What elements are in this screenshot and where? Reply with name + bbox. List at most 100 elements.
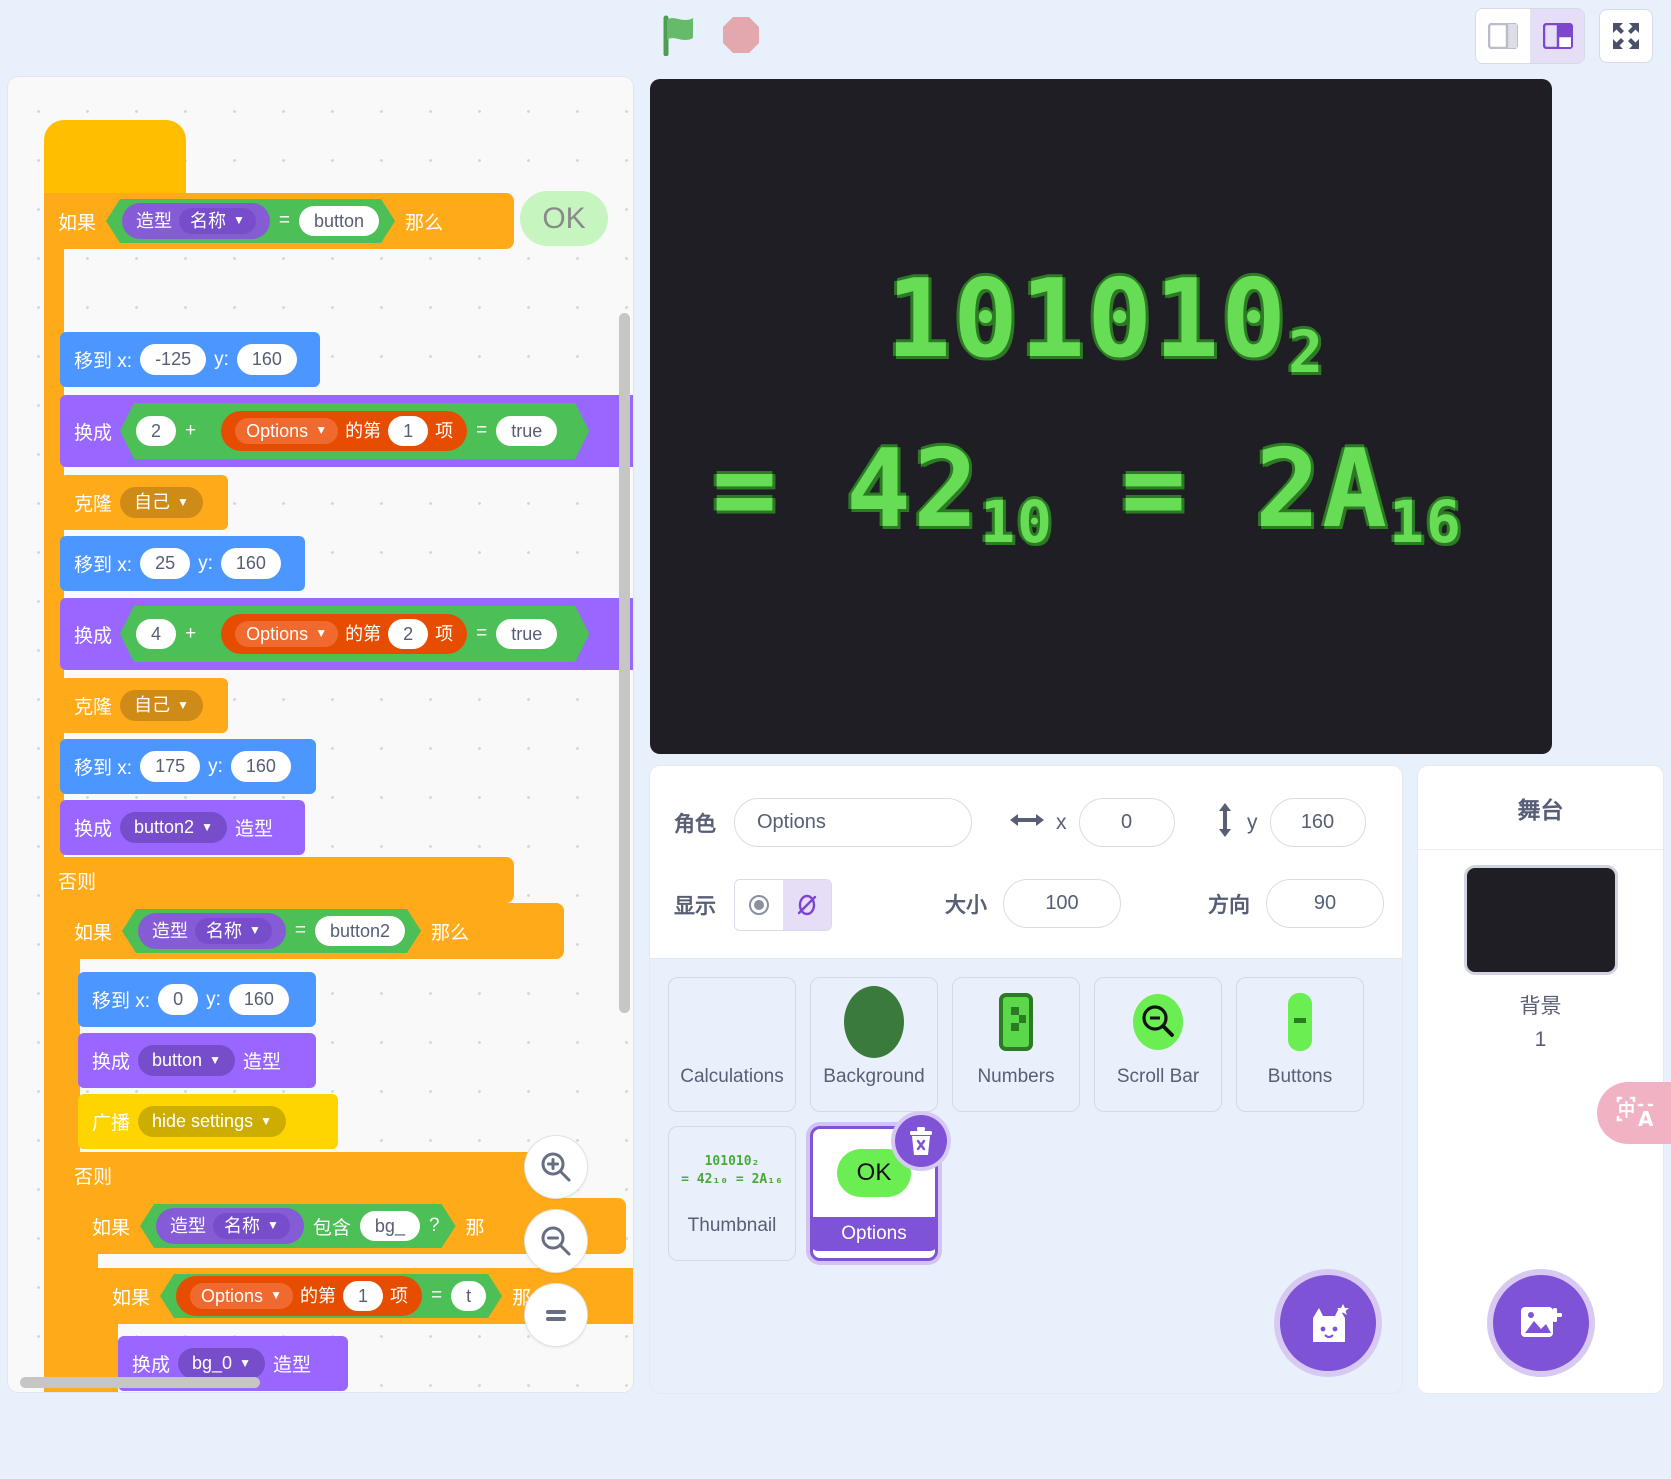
list-dropdown-3[interactable]: Options ▼	[190, 1283, 293, 1310]
block-switch-costume-1[interactable]: 换成 2 + Options ▼ 的第 1 项 = true	[60, 395, 633, 467]
list-item-reporter-1[interactable]: Options ▼ 的第 1 项	[221, 411, 467, 452]
sprite-x-input[interactable]: 0	[1078, 798, 1175, 847]
value-input-1[interactable]: button	[299, 206, 379, 237]
costume-dropdown-1[interactable]: button2 ▼	[120, 812, 227, 843]
x-input[interactable]: 25	[140, 548, 191, 579]
operator-equals-list-3[interactable]: Options ▼ 的第 1 项 = t	[160, 1274, 502, 1318]
stop-sign-icon[interactable]	[722, 16, 760, 59]
eye-hide-icon[interactable]	[783, 880, 831, 930]
block-broadcast-1[interactable]: 广播 hide settings ▼	[78, 1094, 338, 1149]
zoom-out-button[interactable]	[525, 1210, 587, 1272]
looks-costume-reporter-2[interactable]: 造型 名称 ▼	[138, 913, 286, 950]
large-stage-button[interactable]	[1530, 9, 1584, 63]
value-input-2[interactable]: true	[496, 416, 557, 447]
operator-add-2[interactable]: 4 + Options ▼ 的第 2 项 = true	[120, 606, 589, 662]
sprite-name-input[interactable]: Options	[734, 798, 972, 847]
sprite-card-label: Numbers	[977, 1066, 1055, 1087]
sprite-card-numbers[interactable]: Numbers	[952, 977, 1080, 1112]
operator-equals-2[interactable]: 造型 名称 ▼ = button2	[122, 909, 421, 953]
block-create-clone-2[interactable]: 克隆 自己 ▼	[60, 678, 228, 733]
chevron-down-icon: ▼	[177, 494, 189, 509]
operator-contains-1[interactable]: 造型 名称 ▼ 包含 bg_ ?	[140, 1204, 456, 1248]
costume-property-dropdown-1[interactable]: 名称 ▼	[179, 208, 256, 235]
operator-equals-list-1[interactable]: Options ▼ 的第 1 项 = true	[205, 407, 573, 455]
operator-equals-list-2[interactable]: Options ▼ 的第 2 项 = true	[205, 610, 573, 658]
block-switch-costume-4[interactable]: 换成 button ▼ 造型	[78, 1033, 316, 1088]
block-when-sprite-clicked[interactable]	[44, 120, 186, 202]
block-else-1[interactable]: 否则	[44, 857, 514, 903]
block-goto-xy-2[interactable]: 移到 x: 25 y: 160	[60, 536, 305, 591]
costume-property-dropdown-2[interactable]: 名称 ▼	[195, 918, 272, 945]
block-goto-xy-3[interactable]: 移到 x: 175 y: 160	[60, 739, 316, 794]
sprite-card-background[interactable]: Background	[810, 977, 938, 1112]
item-label: 项	[435, 623, 454, 644]
addend-input-2[interactable]: 4	[136, 619, 176, 650]
addend-input-1[interactable]: 2	[136, 416, 176, 447]
index-input-2[interactable]: 2	[388, 619, 428, 650]
list-item-reporter-3[interactable]: Options ▼ 的第 1 项	[176, 1276, 422, 1317]
value-input-3[interactable]: true	[496, 619, 557, 650]
block-goto-xy-4[interactable]: 移到 x: 0 y: 160	[78, 972, 316, 1027]
list-item-reporter-2[interactable]: Options ▼ 的第 2 项	[221, 614, 467, 655]
index-input-1[interactable]: 1	[388, 416, 428, 447]
backdrop-thumbnail[interactable]	[1466, 868, 1615, 972]
block-goto-xy-1[interactable]: 移到 x: -125 y: 160	[60, 332, 320, 387]
y-input[interactable]: 160	[220, 548, 281, 579]
value-input-5[interactable]: bg_	[360, 1211, 420, 1242]
y-input[interactable]: 160	[228, 984, 289, 1015]
broadcast-dropdown-1[interactable]: hide settings ▼	[138, 1106, 286, 1137]
zoom-reset-button[interactable]	[525, 1284, 587, 1346]
sprite-card-options[interactable]: OK Options	[810, 1115, 947, 1261]
code-workspace[interactable]: 如果 造型 名称 ▼ = button 那么 移到 x: -125 y: 160	[8, 77, 633, 1392]
block-if-1-header[interactable]: 如果 造型 名称 ▼ = button 那么	[44, 193, 514, 249]
y-input[interactable]: 160	[236, 344, 297, 375]
operator-add-1[interactable]: 2 + Options ▼ 的第 1 项 = true	[120, 403, 589, 459]
list-dropdown-2[interactable]: Options ▼	[235, 621, 338, 648]
block-else-2[interactable]: 否则	[60, 1152, 564, 1198]
value-input-4[interactable]: button2	[315, 916, 405, 947]
costume-property-dropdown-3[interactable]: 名称 ▼	[213, 1213, 290, 1240]
value-input-6[interactable]: t	[451, 1281, 486, 1312]
index-input-3[interactable]: 1	[343, 1281, 383, 1312]
x-input[interactable]: 175	[140, 751, 201, 782]
workspace-zoom-controls	[525, 1136, 587, 1346]
looks-costume-reporter-1[interactable]: 造型 名称 ▼	[122, 203, 270, 240]
sprite-card-scroll-bar[interactable]: Scroll Bar	[1094, 977, 1222, 1112]
sprite-y-input[interactable]: 160	[1269, 798, 1366, 847]
block-create-clone-1[interactable]: 克隆 自己 ▼	[60, 475, 228, 530]
block-switch-costume-2[interactable]: 换成 4 + Options ▼ 的第 2 项 = true	[60, 598, 633, 670]
stage-display[interactable]: 1010102 = 4210 = 2A16	[650, 79, 1552, 754]
sprite-card-calculations[interactable]: Calculations	[668, 977, 796, 1112]
workspace-horizontal-scrollbar[interactable]	[20, 1377, 260, 1388]
green-flag-icon[interactable]	[660, 14, 700, 61]
looks-costume-reporter-3[interactable]: 造型 名称 ▼	[156, 1208, 304, 1245]
y-input[interactable]: 160	[230, 751, 291, 782]
zoom-in-button[interactable]	[525, 1136, 587, 1198]
list-dropdown-1[interactable]: Options ▼	[235, 418, 338, 445]
stage-line-conversions: = 4210 = 2A16	[712, 427, 1463, 556]
operator-equals-1[interactable]: 造型 名称 ▼ = button	[106, 199, 395, 243]
block-if-2[interactable]	[60, 903, 80, 1392]
add-backdrop-image-icon[interactable]	[1492, 1275, 1589, 1371]
x-input[interactable]: 0	[158, 984, 199, 1015]
sprite-card-buttons[interactable]: Buttons	[1236, 977, 1364, 1112]
sprite-size-input[interactable]: 100	[1003, 879, 1121, 928]
sprite-card-thumbnail[interactable]: 101010₂ = 42₁₀ = 2A₁₆ Thumbnail	[668, 1126, 796, 1261]
costume-dropdown-3[interactable]: bg_0 ▼	[178, 1348, 265, 1379]
x-input[interactable]: -125	[140, 344, 207, 375]
costume-dropdown-2[interactable]: button ▼	[138, 1045, 235, 1076]
fullscreen-button[interactable]	[1599, 9, 1653, 63]
translate-icon[interactable]: 中 A	[1597, 1082, 1671, 1144]
clone-target-dropdown-2[interactable]: 自己 ▼	[120, 690, 203, 721]
trash-delete-icon[interactable]	[895, 1115, 947, 1167]
add-sprite-cat-icon[interactable]	[1280, 1275, 1376, 1371]
block-switch-costume-3[interactable]: 换成 button2 ▼ 造型	[60, 800, 305, 855]
small-stage-button[interactable]	[1476, 9, 1530, 63]
workspace-vertical-scrollbar[interactable]	[619, 313, 630, 1013]
sprite-direction-input[interactable]: 90	[1266, 879, 1384, 928]
dropdown-label: 自己	[134, 492, 171, 513]
block-if-2-header[interactable]: 如果 造型 名称 ▼ = button2 那么	[60, 903, 564, 959]
eye-show-icon[interactable]	[735, 880, 783, 930]
switch-label: 换成	[74, 422, 113, 444]
clone-target-dropdown-1[interactable]: 自己 ▼	[120, 487, 203, 518]
